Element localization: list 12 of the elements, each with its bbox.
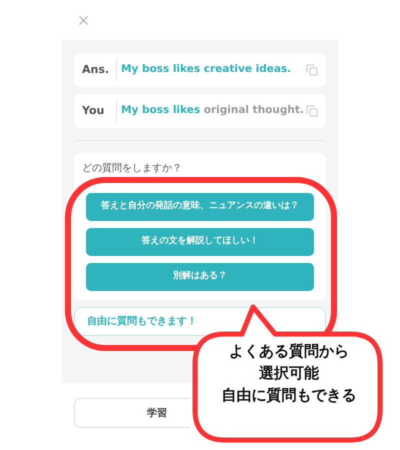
sentence-text: My boss likes creative ideas. <box>121 62 292 78</box>
suggested-question-button[interactable]: 別解はある？ <box>86 263 314 291</box>
row-label: Ans. <box>82 62 110 78</box>
question-prompt: どの質問をしますか？ <box>82 162 183 176</box>
sentence-text: My boss likes original thought. <box>121 103 305 118</box>
suggested-question-button[interactable]: 答えと自分の発話の意味、ニュアンスの違いは？ <box>86 193 314 221</box>
callout-text: よくある質問から 選択可能 自由に質問もできる <box>220 341 358 406</box>
copy-icon[interactable] <box>306 64 318 76</box>
suggested-question-button[interactable]: 答えの文を解説してほしい！ <box>86 228 314 256</box>
study-button[interactable]: 学習 <box>74 398 190 428</box>
row-label: You <box>82 102 106 119</box>
copy-icon[interactable] <box>306 105 318 117</box>
